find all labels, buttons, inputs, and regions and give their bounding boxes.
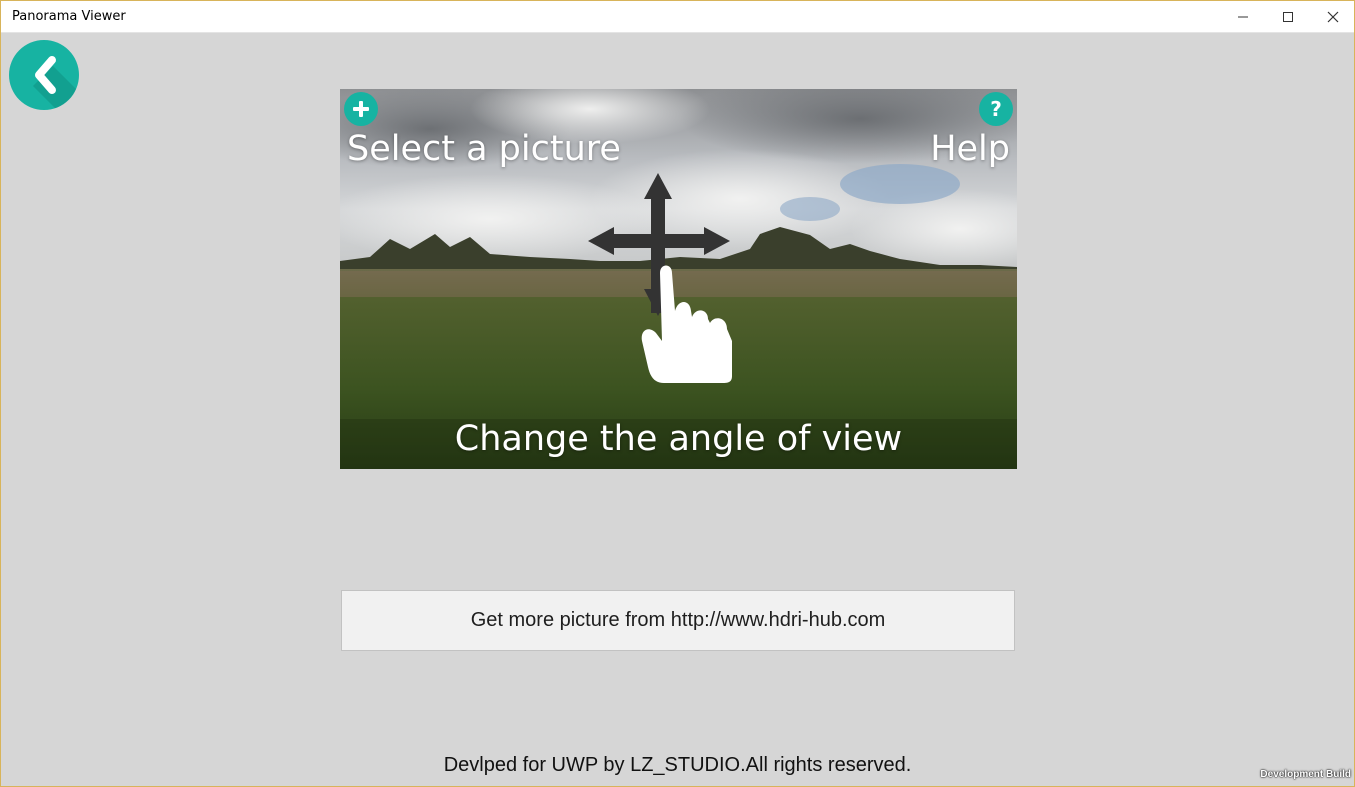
- question-mark-glyph: ?: [990, 97, 1002, 121]
- development-build-watermark: Development Build: [1260, 769, 1351, 780]
- gesture-illustration: [588, 173, 732, 383]
- minimize-button[interactable]: [1220, 1, 1265, 32]
- back-button[interactable]: [9, 40, 79, 110]
- title-bar: Panorama Viewer: [1, 1, 1354, 33]
- gesture-caption: Change the angle of view: [454, 419, 903, 459]
- get-more-pictures-button[interactable]: Get more picture from http://www.hdri-hu…: [341, 590, 1015, 651]
- plus-circle-icon[interactable]: [344, 92, 378, 126]
- question-circle-icon[interactable]: ?: [979, 92, 1013, 126]
- close-button[interactable]: [1310, 1, 1354, 32]
- help-label[interactable]: Help: [930, 129, 1010, 169]
- panorama-preview[interactable]: ? Select a picture Help Change the angle…: [340, 89, 1017, 469]
- app-window: Panorama Viewer ? Select a picture Help …: [0, 0, 1355, 787]
- four-way-arrow-icon: [588, 173, 730, 316]
- window-title: Panorama Viewer: [12, 9, 126, 24]
- chevron-left-icon: [33, 56, 79, 110]
- copyright-footer: Devlped for UWP by LZ_STUDIO.All rights …: [443, 754, 912, 776]
- minimize-icon: [1237, 16, 1248, 17]
- maximize-button[interactable]: [1265, 1, 1310, 32]
- close-icon: [1327, 11, 1338, 22]
- select-picture-label[interactable]: Select a picture: [347, 129, 621, 169]
- maximize-icon: [1282, 11, 1293, 22]
